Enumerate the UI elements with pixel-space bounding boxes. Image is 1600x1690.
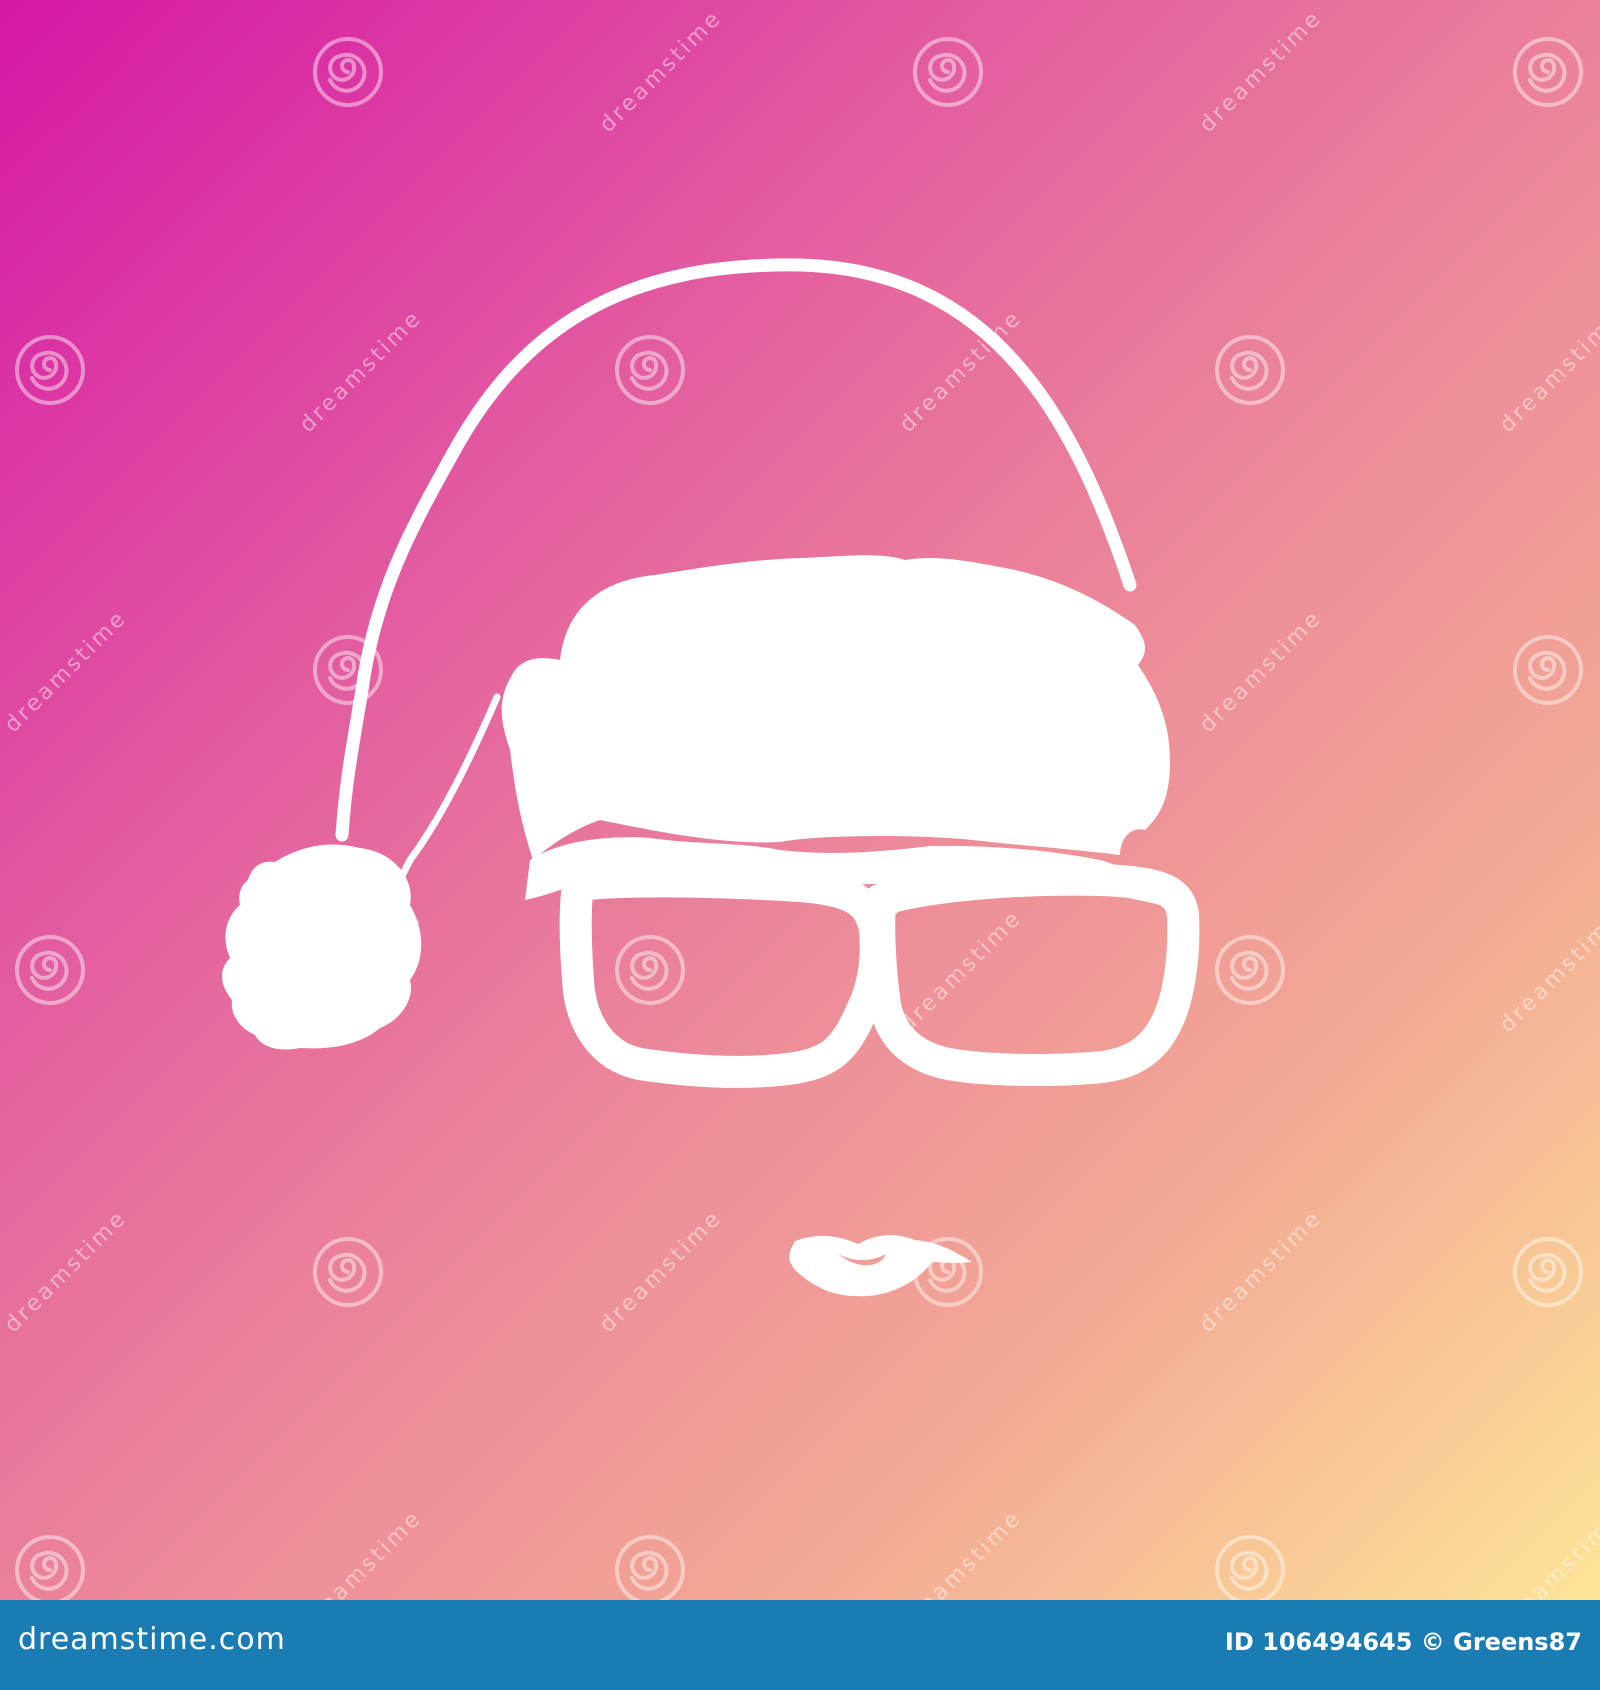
image-id-credit: ID 106494645 © Greens87: [1224, 1628, 1582, 1656]
hat-brim: [501, 555, 1170, 860]
footer-bar: dreamstime.com ID 106494645 © Greens87: [0, 1600, 1600, 1690]
pompom-string: [396, 693, 501, 884]
footer-logo[interactable]: dreamstime.com: [18, 1622, 286, 1657]
sunglasses-bridge: [851, 895, 904, 925]
santa-girl-illustration: [221, 258, 1200, 1297]
illustration-canvas: dreamstime dreamstime dreamstime dreamstime…: [0, 0, 1600, 1600]
pompom: [221, 844, 422, 1050]
lips: [789, 1235, 972, 1297]
